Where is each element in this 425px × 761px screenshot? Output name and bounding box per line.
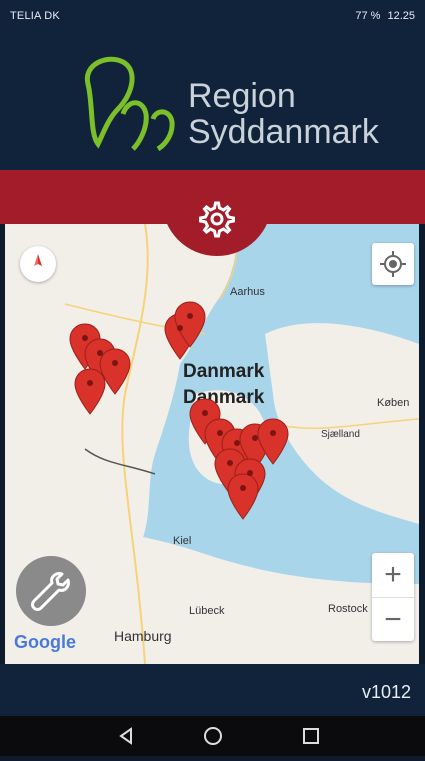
tools-button[interactable] bbox=[16, 556, 86, 626]
locate-icon bbox=[380, 251, 406, 277]
zoom-out-button[interactable]: − bbox=[372, 597, 414, 642]
brand-name: Region Syddanmark bbox=[188, 78, 379, 150]
compass-button[interactable] bbox=[20, 246, 56, 282]
compass-icon bbox=[34, 254, 42, 266]
time-label: 12.25 bbox=[387, 10, 415, 22]
wrench-icon bbox=[31, 572, 70, 611]
brand-line-2: Syddanmark bbox=[188, 113, 379, 151]
android-navbar bbox=[0, 716, 425, 756]
home-icon[interactable] bbox=[204, 727, 222, 745]
map-pin bbox=[74, 368, 106, 415]
google-logo-text: Google bbox=[14, 632, 76, 652]
battery-label: 77 % bbox=[355, 10, 381, 22]
map-pin bbox=[227, 473, 259, 520]
google-attribution: Google bbox=[14, 632, 76, 653]
back-icon[interactable] bbox=[119, 727, 132, 745]
zoom-in-button[interactable]: + bbox=[372, 553, 414, 597]
region-logo bbox=[84, 56, 175, 152]
brand-line-1: Region bbox=[188, 77, 296, 115]
my-location-button[interactable] bbox=[372, 243, 414, 285]
version-label: v1012 bbox=[361, 682, 411, 702]
settings-button[interactable] bbox=[193, 195, 241, 243]
status-right: 77 % 12.25 bbox=[355, 10, 415, 22]
zoom-controls: + − bbox=[372, 553, 414, 641]
carrier-label: TELIA DK bbox=[10, 10, 60, 22]
status-bar: TELIA DK 77 % 12.25 bbox=[0, 0, 425, 32]
app-header: Region Syddanmark bbox=[0, 32, 425, 170]
gear-icon bbox=[199, 201, 235, 238]
recents-icon[interactable] bbox=[303, 728, 319, 744]
